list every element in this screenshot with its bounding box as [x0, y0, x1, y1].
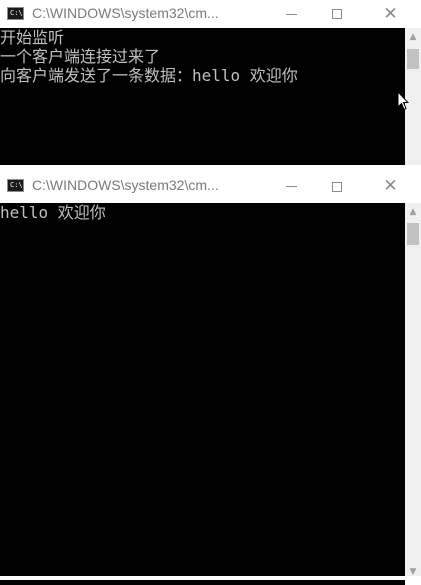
minimize-button[interactable] — [268, 170, 314, 203]
console-line: 一个客户端连接过来了 — [0, 47, 161, 66]
close-button[interactable]: ✕ — [360, 170, 421, 203]
window-bottom-edge — [0, 576, 421, 580]
title-bar[interactable]: C:\ C:\WINDOWS\system32\cm... ✕ — [0, 0, 421, 28]
console-line: 向客户端发送了一条数据：hello 欢迎你 — [0, 66, 298, 85]
console-line: 开始监听 — [0, 28, 65, 47]
console-output[interactable]: hello 欢迎你 — [0, 203, 405, 585]
maximize-icon — [332, 9, 342, 19]
maximize-button[interactable] — [314, 0, 360, 28]
console-output[interactable]: 开始监听 一个客户端连接过来了 向客户端发送了一条数据：hello 欢迎你 — [0, 28, 405, 165]
scrollbar-thumb[interactable] — [407, 49, 419, 69]
title-bar[interactable]: C:\ C:\WINDOWS\system32\cm... ✕ — [0, 170, 421, 203]
mouse-pointer-icon — [397, 91, 409, 111]
cmd-app-icon[interactable]: C:\ — [7, 7, 24, 20]
minimize-icon — [285, 186, 297, 187]
cmd-icon-label: C:\ — [10, 9, 23, 17]
server-console-window: C:\ C:\WINDOWS\system32\cm... ✕ 开始监听 一个客… — [0, 0, 421, 165]
maximize-button[interactable] — [314, 170, 360, 203]
vertical-scrollbar[interactable]: ▲ ▼ — [405, 203, 421, 580]
cmd-app-icon[interactable]: C:\ — [7, 179, 24, 192]
scrollbar-thumb[interactable] — [407, 223, 419, 245]
window-title: C:\WINDOWS\system32\cm... — [32, 5, 219, 21]
client-console-window: C:\ C:\WINDOWS\system32\cm... ✕ hello 欢迎… — [0, 170, 421, 585]
cmd-icon-label: C:\ — [10, 181, 23, 189]
close-icon: ✕ — [383, 176, 398, 196]
scroll-up-arrow-icon[interactable]: ▲ — [405, 28, 421, 45]
scroll-up-arrow-icon[interactable]: ▲ — [405, 203, 421, 220]
window-title: C:\WINDOWS\system32\cm... — [32, 177, 219, 193]
close-icon: ✕ — [383, 3, 398, 24]
maximize-icon — [332, 181, 342, 192]
minimize-button[interactable] — [268, 0, 314, 28]
minimize-icon — [285, 13, 297, 15]
console-line: hello 欢迎你 — [0, 203, 106, 222]
close-button[interactable]: ✕ — [360, 0, 421, 28]
